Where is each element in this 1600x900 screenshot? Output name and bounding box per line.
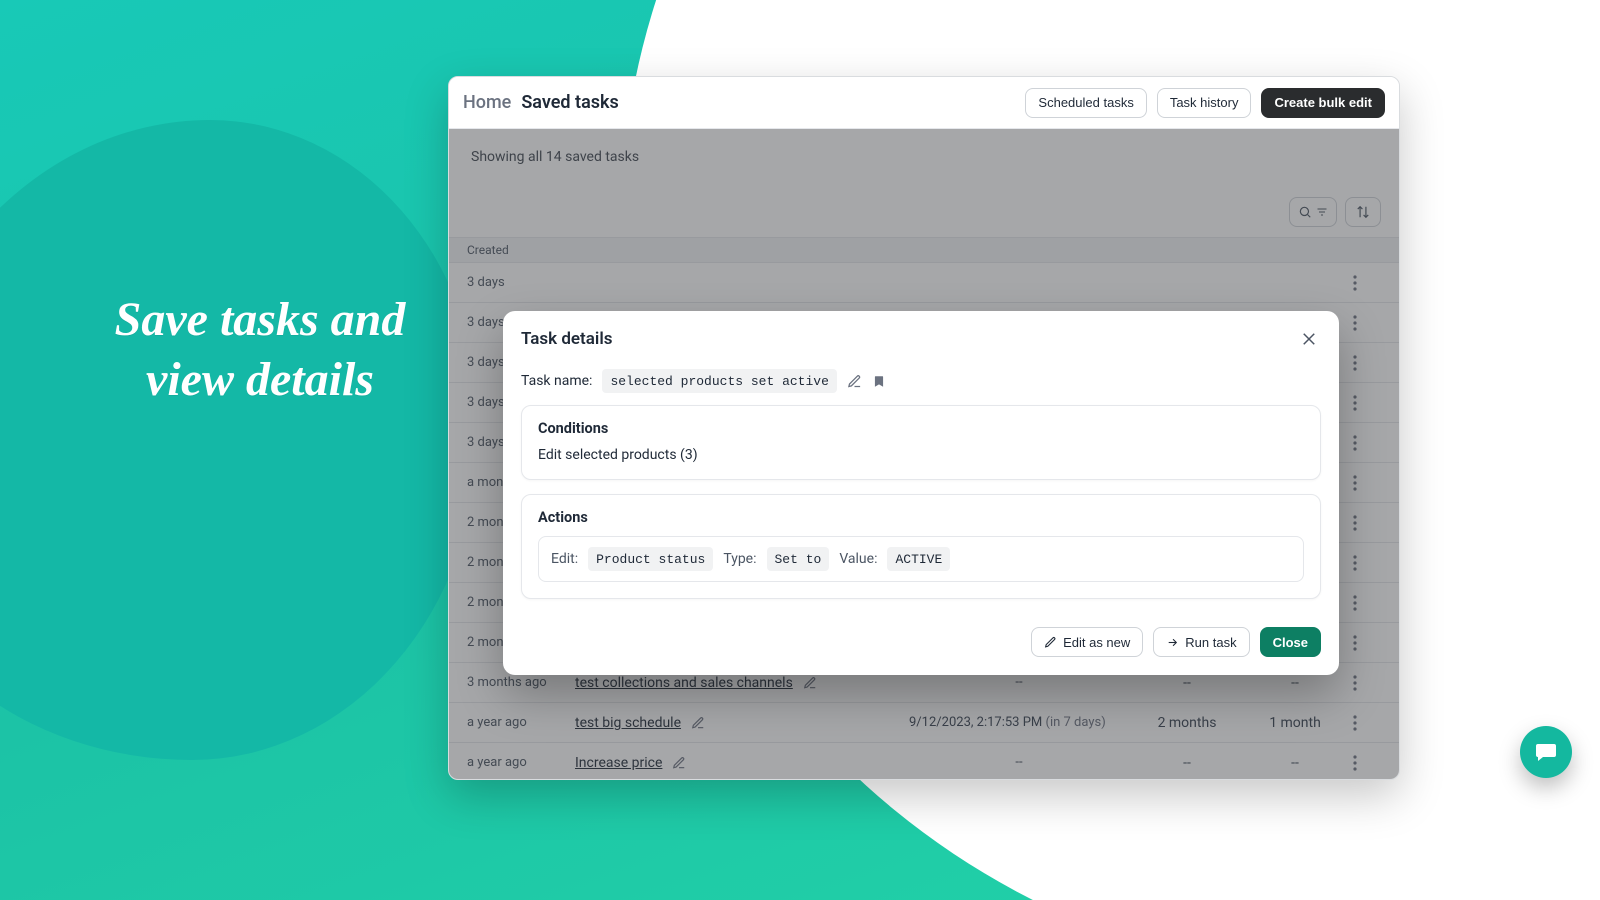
edit-as-new-button[interactable]: Edit as new — [1031, 627, 1143, 657]
modal-title: Task details — [521, 329, 612, 349]
edit-as-new-label: Edit as new — [1063, 635, 1130, 650]
modal-footer: Edit as new Run task Close — [503, 613, 1339, 675]
close-icon — [1300, 330, 1318, 348]
run-task-label: Run task — [1185, 635, 1236, 650]
header-actions: Scheduled tasks Task history Create bulk… — [1025, 88, 1385, 118]
conditions-line: Edit selected products (3) — [538, 447, 1304, 463]
task-details-modal: Task details Task name: selected product… — [503, 311, 1339, 675]
task-history-button[interactable]: Task history — [1157, 88, 1252, 118]
actions-title: Actions — [538, 509, 1304, 526]
scheduled-tasks-button[interactable]: Scheduled tasks — [1025, 88, 1146, 118]
app-body: Showing all 14 saved tasks Created 3 day… — [449, 129, 1399, 779]
pencil-icon — [1044, 636, 1057, 649]
action-value-value: ACTIVE — [887, 547, 950, 571]
task-name-row: Task name: selected products set active — [521, 369, 1321, 393]
modal-header: Task details — [503, 311, 1339, 359]
create-bulk-edit-button[interactable]: Create bulk edit — [1261, 88, 1385, 118]
action-edit-label: Edit: — [551, 551, 578, 567]
modal-body: Task name: selected products set active … — [503, 359, 1339, 599]
run-task-button[interactable]: Run task — [1153, 627, 1249, 657]
breadcrumb-home[interactable]: Home — [463, 92, 511, 113]
breadcrumb-current: Saved tasks — [521, 92, 618, 113]
conditions-card: Conditions Edit selected products (3) — [521, 405, 1321, 480]
hero-headline: Save tasks and view details — [80, 290, 440, 410]
bookmark-icon — [872, 374, 886, 389]
pencil-icon — [847, 374, 862, 389]
task-name-value: selected products set active — [602, 369, 836, 393]
action-type-label: Type: — [723, 551, 756, 567]
action-edit-value: Product status — [588, 547, 713, 571]
actions-card: Actions Edit: Product status Type: Set t… — [521, 494, 1321, 599]
modal-close-button[interactable] — [1297, 327, 1321, 351]
edit-task-name-button[interactable] — [847, 374, 862, 389]
task-name-label: Task name: — [521, 373, 592, 389]
conditions-title: Conditions — [538, 420, 1304, 437]
action-type-value: Set to — [767, 547, 830, 571]
bookmark-task-button[interactable] — [872, 374, 886, 389]
arrow-icon — [1166, 636, 1179, 649]
chat-fab[interactable] — [1520, 726, 1572, 778]
action-value-label: Value: — [839, 551, 877, 567]
action-row: Edit: Product status Type: Set to Value:… — [538, 536, 1304, 582]
breadcrumb: Home Saved tasks — [463, 92, 619, 113]
app-window: Home Saved tasks Scheduled tasks Task hi… — [448, 76, 1400, 780]
app-header: Home Saved tasks Scheduled tasks Task hi… — [449, 77, 1399, 129]
chat-icon — [1534, 740, 1558, 764]
close-button[interactable]: Close — [1260, 627, 1321, 657]
